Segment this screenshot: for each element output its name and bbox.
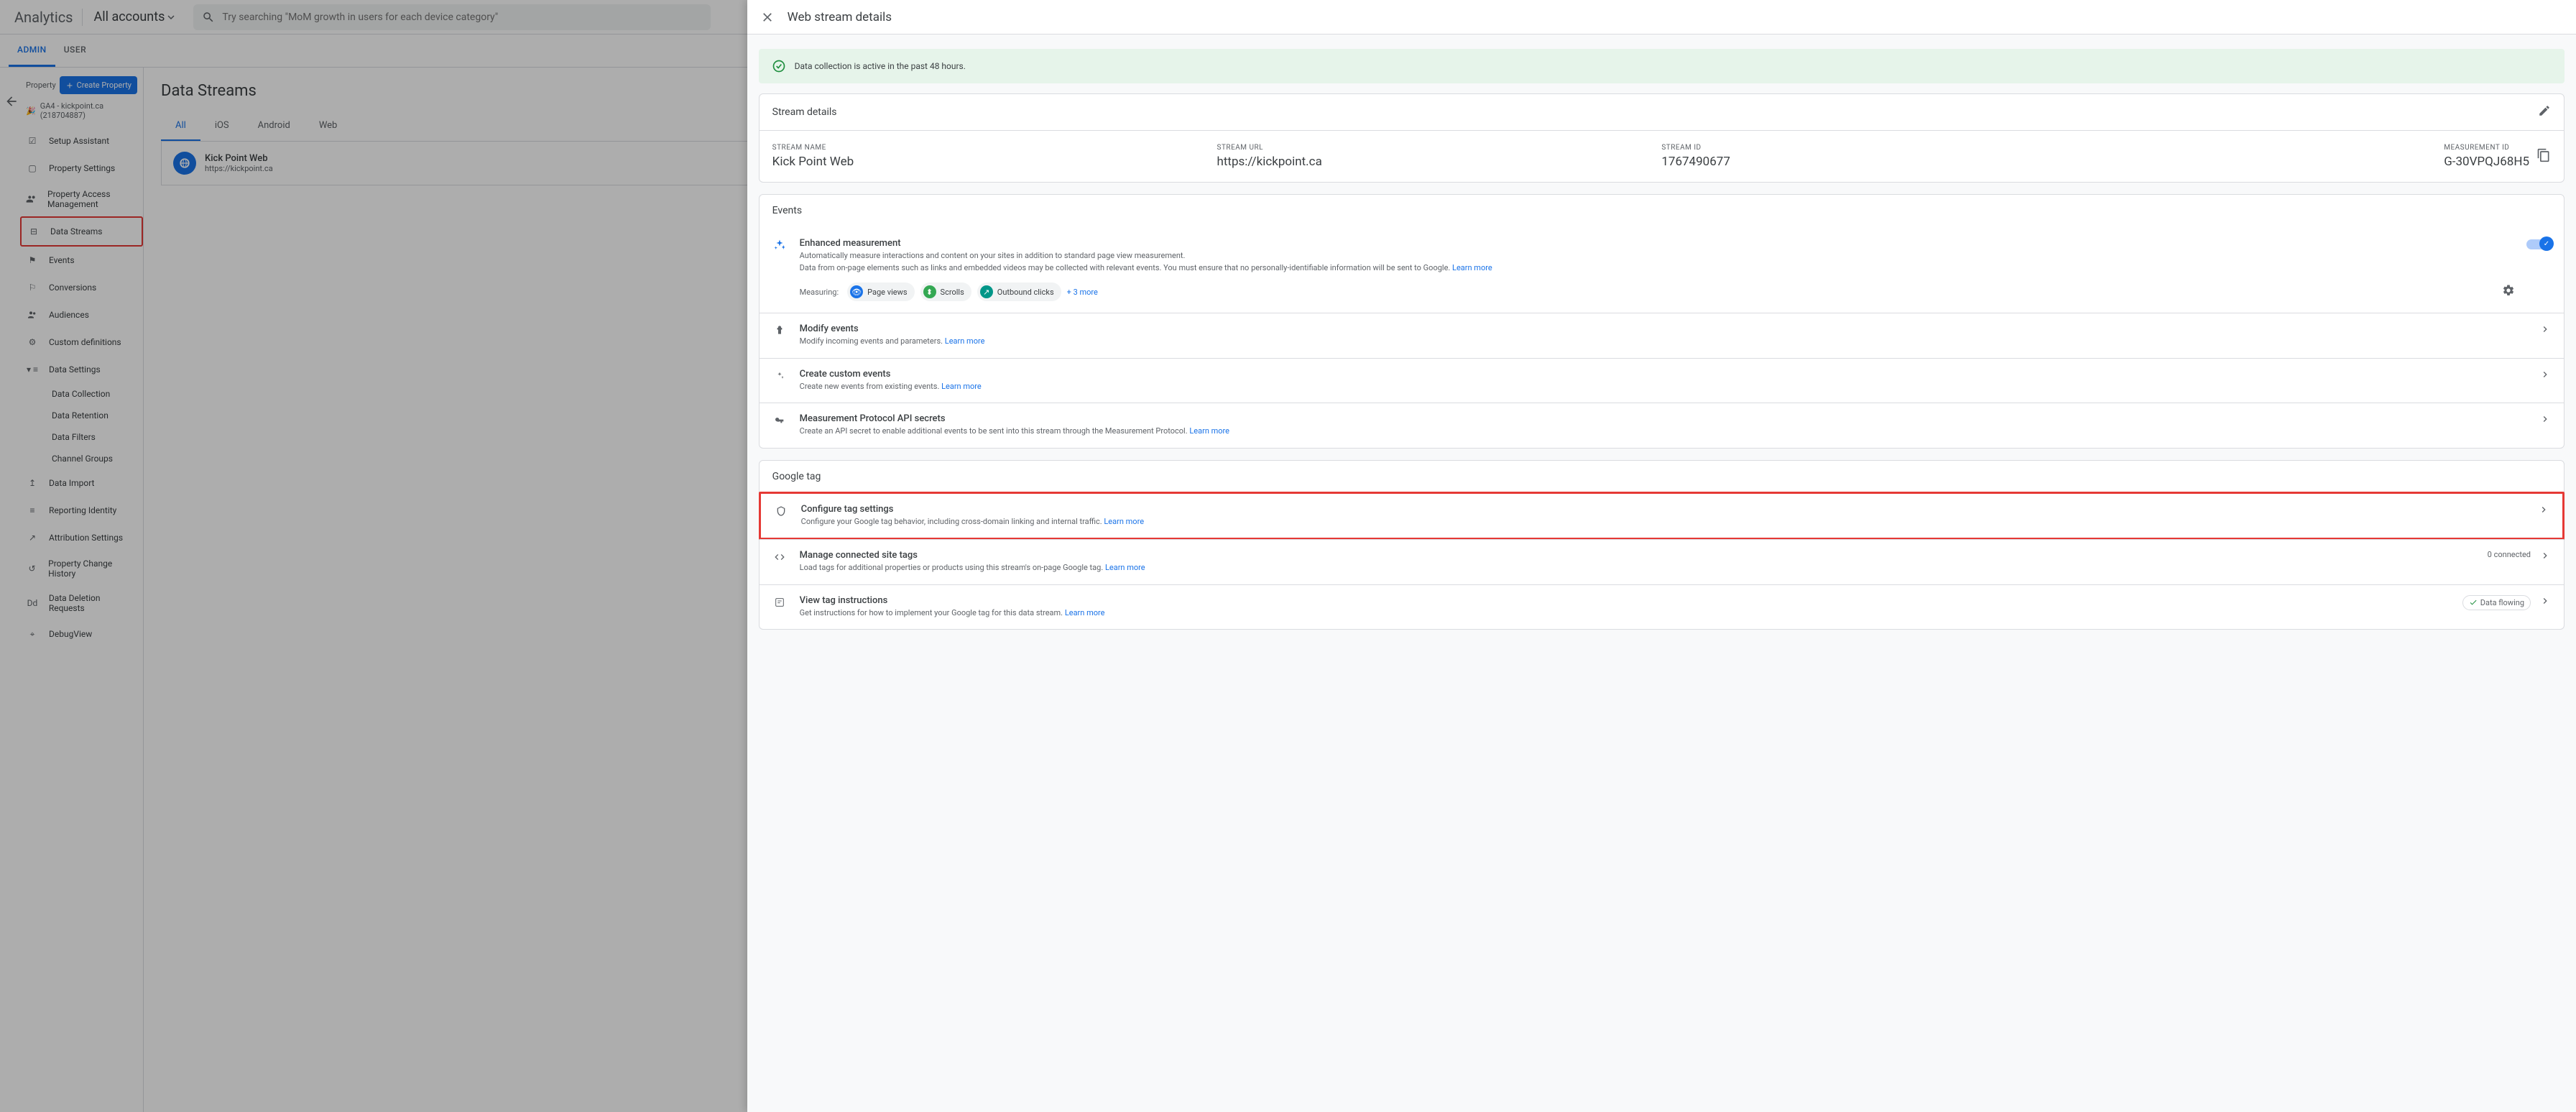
measurement-id-value: G-30VPQJ68H5 xyxy=(2444,155,2529,169)
api-secrets-row[interactable]: Measurement Protocol API secrets Create … xyxy=(760,403,2564,448)
chip-scrolls: ⬍Scrolls xyxy=(920,282,971,301)
events-head: Events xyxy=(772,205,802,216)
measurement-id-label: MEASUREMENT ID xyxy=(2444,144,2529,152)
stream-id-label: STREAM ID xyxy=(1661,144,2106,152)
edit-button[interactable] xyxy=(2538,104,2551,120)
status-banner: Data collection is active in the past 48… xyxy=(759,49,2565,83)
chevron-right-icon xyxy=(2539,323,2551,338)
copy-button[interactable] xyxy=(2536,148,2551,165)
create-custom-events-row[interactable]: Create custom events Create new events f… xyxy=(760,358,2564,403)
enhanced-settings-button[interactable] xyxy=(2502,284,2515,300)
link-icon: ↗ xyxy=(980,285,993,298)
sparkle-small-icon xyxy=(772,369,787,383)
modify-learn-more[interactable]: Learn more xyxy=(945,336,985,346)
more-chips[interactable]: + 3 more xyxy=(1067,288,1098,297)
protocol-title: Measurement Protocol API secrets xyxy=(800,413,2531,424)
enhanced-toggle[interactable] xyxy=(2526,239,2551,249)
stream-url-value: https://kickpoint.ca xyxy=(1217,155,1662,169)
connected-title: Manage connected site tags xyxy=(800,550,2488,561)
measuring-label: Measuring: xyxy=(800,288,839,297)
custom-learn-more[interactable]: Learn more xyxy=(941,382,982,391)
configure-learn-more[interactable]: Learn more xyxy=(1104,517,1144,526)
gtag-head: Google tag xyxy=(772,471,821,482)
enhanced-learn-more[interactable]: Learn more xyxy=(1452,263,1492,272)
stream-name-label: STREAM NAME xyxy=(772,144,1217,152)
pencil-icon xyxy=(2538,104,2551,117)
modify-events-row[interactable]: Modify events Modify incoming events and… xyxy=(760,313,2564,358)
check-circle-icon xyxy=(772,59,786,73)
copy-icon xyxy=(2536,148,2551,162)
chevron-right-icon xyxy=(2539,595,2551,610)
protocol-learn-more[interactable]: Learn more xyxy=(1189,426,1229,436)
check-icon xyxy=(2469,598,2478,607)
eye-icon: 👁 xyxy=(850,285,863,298)
chip-pageviews: 👁Page views xyxy=(847,282,914,301)
enhanced-desc1: Automatically measure interactions and c… xyxy=(800,251,1186,260)
instructions-learn-more[interactable]: Learn more xyxy=(1065,608,1105,617)
tag-icon xyxy=(774,504,788,518)
key-icon xyxy=(772,413,787,428)
gear-icon xyxy=(2502,284,2515,297)
close-button[interactable] xyxy=(756,6,779,29)
chevron-right-icon xyxy=(2538,504,2549,518)
stream-details-head: Stream details xyxy=(772,106,837,118)
chevron-right-icon xyxy=(2539,413,2551,428)
stream-id-value: 1767490677 xyxy=(1661,155,2106,169)
scroll-icon: ⬍ xyxy=(923,285,936,298)
stream-url-label: STREAM URL xyxy=(1217,144,1662,152)
chevron-right-icon xyxy=(2539,369,2551,383)
modify-title: Modify events xyxy=(800,323,2531,334)
connected-learn-more[interactable]: Learn more xyxy=(1105,563,1145,572)
close-icon xyxy=(760,10,775,24)
view-tag-instructions-row[interactable]: View tag instructions Get instructions f… xyxy=(760,584,2564,630)
code-icon xyxy=(772,550,787,564)
connected-count: 0 connected xyxy=(2488,550,2531,559)
chip-outbound: ↗Outbound clicks xyxy=(977,282,1061,301)
modify-icon xyxy=(772,323,787,338)
panel-title: Web stream details xyxy=(788,10,892,24)
enhanced-measurement-title: Enhanced measurement xyxy=(800,238,2515,249)
custom-title: Create custom events xyxy=(800,369,2531,380)
chevron-right-icon xyxy=(2539,550,2551,564)
instructions-title: View tag instructions xyxy=(800,595,2462,606)
data-flowing-chip: Data flowing xyxy=(2462,595,2531,610)
configure-title: Configure tag settings xyxy=(801,504,2529,515)
stream-name-value: Kick Point Web xyxy=(772,155,1217,169)
connected-site-tags-row[interactable]: Manage connected site tags Load tags for… xyxy=(760,539,2564,584)
banner-text: Data collection is active in the past 48… xyxy=(795,61,966,71)
configure-tag-settings-row[interactable]: Configure tag settings Configure your Go… xyxy=(759,492,2565,541)
sparkle-icon xyxy=(772,238,787,252)
instructions-icon xyxy=(772,595,787,610)
enhanced-desc2: Data from on-page elements such as links… xyxy=(800,263,1452,272)
